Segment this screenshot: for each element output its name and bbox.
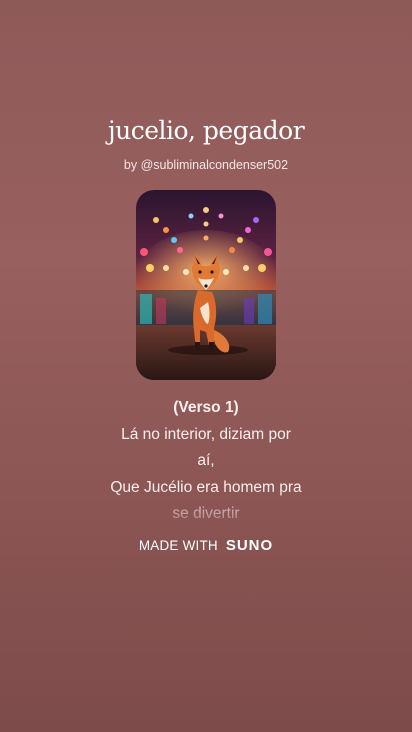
lyrics-line: aí,: [197, 452, 215, 469]
cover-art[interactable]: [136, 190, 276, 380]
lyrics-line: Que Jucélio era homem pra: [110, 478, 302, 496]
made-with-label: MADE WITH: [138, 538, 218, 553]
made-with-suno-link[interactable]: MADE WITH SUNO: [0, 537, 412, 554]
lyrics-line: Lá no interior, diziam por: [121, 425, 291, 443]
fox-cover-image: [136, 190, 276, 380]
suno-logo: SUNO: [225, 537, 274, 554]
lyrics-line: (Verso 1): [173, 399, 239, 416]
song-share-card: jucelio, pegador by @subliminalcondenser…: [0, 0, 412, 732]
song-title: jucelio, pegador: [107, 116, 305, 145]
lyrics-preview: (Verso 1) Lá no interior, diziam por aí,…: [100, 395, 312, 525]
artist-byline[interactable]: by @subliminalcondenser502: [0, 158, 412, 172]
lyrics-line: se divertir: [172, 505, 240, 522]
